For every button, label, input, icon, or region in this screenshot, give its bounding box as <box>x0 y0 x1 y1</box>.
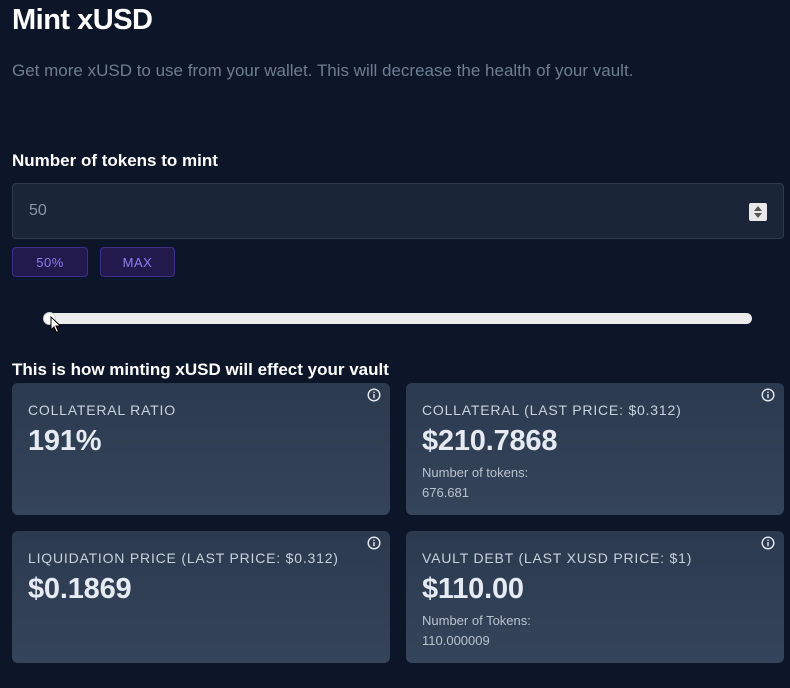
card-label: LIQUIDATION PRICE (LAST PRICE: $0.312) <box>28 550 339 566</box>
card-label: VAULT DEBT (LAST XUSD PRICE: $1) <box>422 550 693 566</box>
stepper-up-arrow[interactable] <box>754 206 762 211</box>
card-value: $110.00 <box>422 573 524 605</box>
vault-effect-heading: This is how minting xUSD will effect you… <box>12 360 389 379</box>
token-count-value: 110.000009 <box>422 633 490 648</box>
card-sub: Number of tokens: 676.681 <box>422 463 528 503</box>
card-sub: Number of Tokens: 110.000009 <box>422 611 531 651</box>
info-icon[interactable] <box>761 388 775 402</box>
collateral-card: COLLATERAL (LAST PRICE: $0.312) $210.786… <box>406 383 784 515</box>
token-count-label: Number of tokens: <box>422 465 529 480</box>
pointer-cursor-icon <box>50 316 62 334</box>
info-icon[interactable] <box>367 388 381 402</box>
stepper-down-arrow[interactable] <box>754 213 762 218</box>
mint-amount-label: Number of tokens to mint <box>12 151 218 170</box>
stepper-icon[interactable] <box>749 203 767 221</box>
info-icon[interactable] <box>761 536 775 550</box>
mint-amount-field[interactable] <box>12 183 784 239</box>
page-title: Mint xUSD <box>12 4 153 36</box>
mint-amount-slider[interactable] <box>44 313 752 324</box>
card-label: COLLATERAL (LAST PRICE: $0.312) <box>422 402 682 418</box>
info-icon[interactable] <box>367 536 381 550</box>
mint-amount-input[interactable] <box>29 184 729 238</box>
token-count-label: Number of Tokens: <box>422 613 531 628</box>
card-value: $210.7868 <box>422 425 558 457</box>
card-value: $0.1869 <box>28 573 132 605</box>
liquidation-price-card: LIQUIDATION PRICE (LAST PRICE: $0.312) $… <box>12 531 390 663</box>
card-value: 191% <box>28 425 102 457</box>
max-button[interactable]: MAX <box>100 247 175 277</box>
fifty-percent-button[interactable]: 50% <box>12 247 88 277</box>
token-count-value: 676.681 <box>422 485 469 500</box>
page-subtitle: Get more xUSD to use from your wallet. T… <box>12 61 634 80</box>
collateral-ratio-card: COLLATERAL RATIO 191% <box>12 383 390 515</box>
card-label: COLLATERAL RATIO <box>28 402 176 418</box>
vault-debt-card: VAULT DEBT (LAST XUSD PRICE: $1) $110.00… <box>406 531 784 663</box>
